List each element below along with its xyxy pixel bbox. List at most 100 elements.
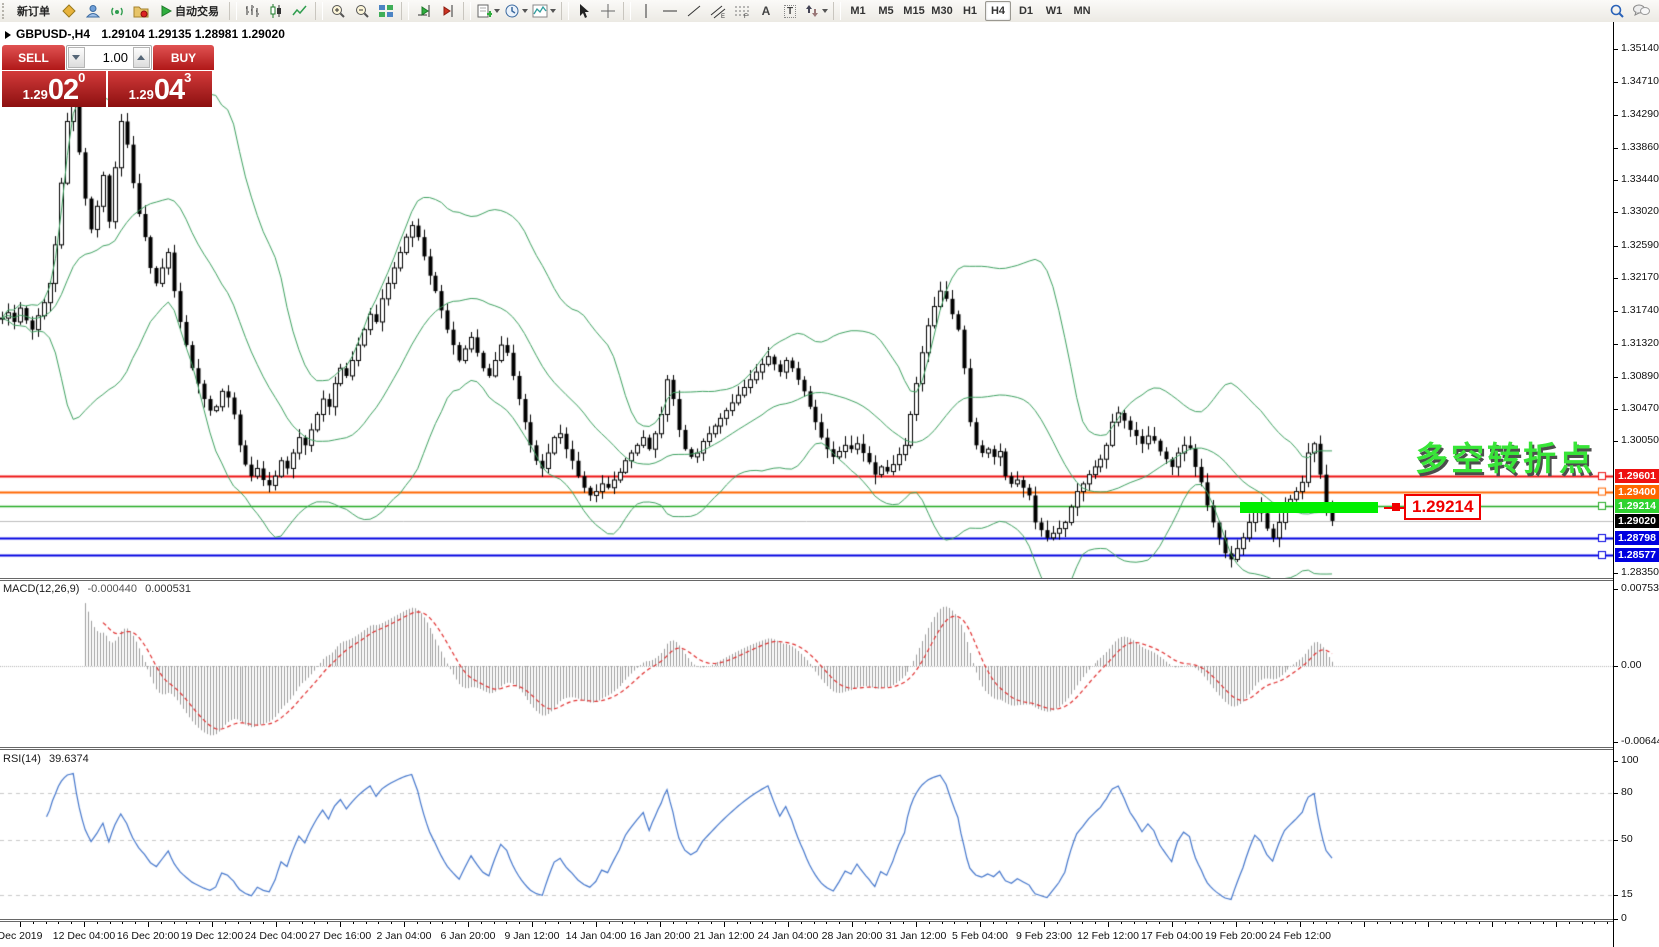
- time-axis-tick: [238, 922, 239, 924]
- line-chart-icon[interactable]: [289, 1, 311, 21]
- tf-m15-button[interactable]: M15: [901, 1, 927, 21]
- channel-icon[interactable]: E: [707, 1, 729, 21]
- time-axis-label: 17 Feb 04:00: [1141, 930, 1203, 942]
- time-axis-tick: [110, 922, 111, 924]
- tile-windows-icon[interactable]: [375, 1, 397, 21]
- signals-icon[interactable]: [106, 1, 128, 21]
- time-axis-tick: [442, 922, 443, 924]
- tf-d1-button[interactable]: D1: [1013, 1, 1039, 21]
- market-icon[interactable]: [58, 1, 80, 21]
- toolbar-separator: [315, 2, 323, 20]
- period-clock-icon[interactable]: [503, 1, 529, 21]
- vertical-line-icon[interactable]: [635, 1, 657, 21]
- time-axis-tick: [1057, 922, 1058, 924]
- axis-tick: [1614, 344, 1618, 345]
- time-axis-tick: [1044, 922, 1045, 927]
- rsi-canvas[interactable]: [0, 750, 1613, 919]
- volume-increase-button[interactable]: [133, 47, 150, 68]
- tf-h1-button[interactable]: H1: [957, 1, 983, 21]
- volume-input[interactable]: [86, 49, 132, 66]
- volume-decrease-button[interactable]: [68, 47, 85, 68]
- axis-label: 1.33020: [1621, 205, 1659, 217]
- time-axis-tick: [647, 922, 648, 924]
- text-label-tool-icon[interactable]: T: [779, 1, 801, 21]
- indicators-icon[interactable]: [531, 1, 557, 21]
- time-axis-tick: [506, 922, 507, 924]
- fibonacci-icon[interactable]: F: [731, 1, 753, 21]
- time-axis-tick: [225, 922, 226, 924]
- main-chart-pane: [0, 22, 1613, 578]
- macd-canvas[interactable]: [0, 581, 1613, 747]
- axis-label: 1.32170: [1621, 271, 1659, 283]
- one-click-trading-panel: SELL BUY 1.29 02 0 1.29 04 3: [2, 45, 214, 107]
- axis-tick: [1614, 49, 1618, 50]
- time-axis-tick: [980, 922, 981, 927]
- crosshair-icon[interactable]: [597, 1, 619, 21]
- tf-w1-button[interactable]: W1: [1041, 1, 1067, 21]
- autotrading-button[interactable]: 自动交易: [154, 1, 225, 21]
- candlestick-chart-icon[interactable]: [265, 1, 287, 21]
- trendline-icon[interactable]: [683, 1, 705, 21]
- axis-tick: [1614, 115, 1618, 116]
- axis-tick: [1614, 311, 1618, 312]
- time-axis-tick: [942, 922, 943, 924]
- time-axis-tick: [1428, 922, 1429, 927]
- axis-label: 80: [1621, 786, 1633, 798]
- letter-a-glyph: A: [762, 4, 771, 18]
- toolbar: 新订单 自动交易: [0, 0, 1659, 23]
- time-axis-tick: [378, 922, 379, 924]
- toolbar-separator: [401, 2, 409, 20]
- price-chart-canvas[interactable]: [0, 22, 1613, 578]
- time-axis-label: 16 Jan 20:00: [630, 930, 691, 942]
- time-axis-tick: [33, 922, 34, 924]
- chat-icon[interactable]: [1630, 1, 1652, 21]
- axis-label: 1.34290: [1621, 108, 1659, 120]
- time-axis-tick: [1134, 922, 1135, 924]
- time-axis-tick: [570, 922, 571, 924]
- chart-title: GBPUSD-,H4 1.29104 1.29135 1.28981 1.290…: [16, 27, 285, 41]
- time-axis-tick: [1505, 922, 1506, 924]
- one-click-collapse-arrow[interactable]: [5, 31, 11, 39]
- time-axis-label: 6 Jan 20:00: [441, 930, 496, 942]
- bar-chart-icon[interactable]: [241, 1, 263, 21]
- time-axis-tick: [1198, 922, 1199, 924]
- chart-shift-icon[interactable]: [437, 1, 459, 21]
- rsi-pane: [0, 750, 1613, 919]
- horizontal-line-icon[interactable]: [659, 1, 681, 21]
- tf-m1-button[interactable]: M1: [845, 1, 871, 21]
- zoom-out-icon[interactable]: [351, 1, 373, 21]
- axis-label: -0.006446: [1621, 735, 1659, 747]
- tf-m5-button[interactable]: M5: [873, 1, 899, 21]
- arrows-tool-icon[interactable]: [803, 1, 829, 21]
- time-axis-tick: [84, 922, 85, 927]
- time-axis-tick: [494, 922, 495, 924]
- new-chart-icon[interactable]: [475, 1, 501, 21]
- time-axis-tick: [1082, 922, 1083, 924]
- time-axis-label: 12 Feb 12:00: [1077, 930, 1139, 942]
- time-axis-tick: [148, 922, 149, 927]
- toolbar-separator: [561, 2, 569, 20]
- new-order-button[interactable]: 新订单: [11, 1, 56, 21]
- axis-tick: [1614, 573, 1618, 574]
- time-axis-tick: [954, 922, 955, 924]
- sell-button[interactable]: 1.29 02 0: [2, 71, 106, 107]
- search-icon[interactable]: [1606, 1, 1628, 21]
- tf-mn-button[interactable]: MN: [1069, 1, 1095, 21]
- algo-folder-icon[interactable]: [130, 1, 152, 21]
- time-axis[interactable]: Dec 201912 Dec 04:0016 Dec 20:0019 Dec 1…: [0, 922, 1613, 947]
- tf-h4-button[interactable]: H4: [985, 1, 1011, 21]
- time-axis-tick: [698, 922, 699, 924]
- time-axis-tick: [1223, 922, 1224, 924]
- time-axis-tick: [878, 922, 879, 924]
- toolbar-separator: [833, 2, 841, 20]
- auto-scroll-icon[interactable]: [413, 1, 435, 21]
- community-icon[interactable]: [82, 1, 104, 21]
- cursor-icon[interactable]: [573, 1, 595, 21]
- time-axis-tick: [1313, 922, 1314, 924]
- time-axis-tick: [391, 922, 392, 924]
- buy-button[interactable]: 1.29 04 3: [108, 71, 212, 107]
- price-axis[interactable]: 1.351401.347101.342901.338601.334401.330…: [1613, 22, 1659, 947]
- zoom-in-icon[interactable]: [327, 1, 349, 21]
- tf-m30-button[interactable]: M30: [929, 1, 955, 21]
- text-tool-icon[interactable]: A: [755, 1, 777, 21]
